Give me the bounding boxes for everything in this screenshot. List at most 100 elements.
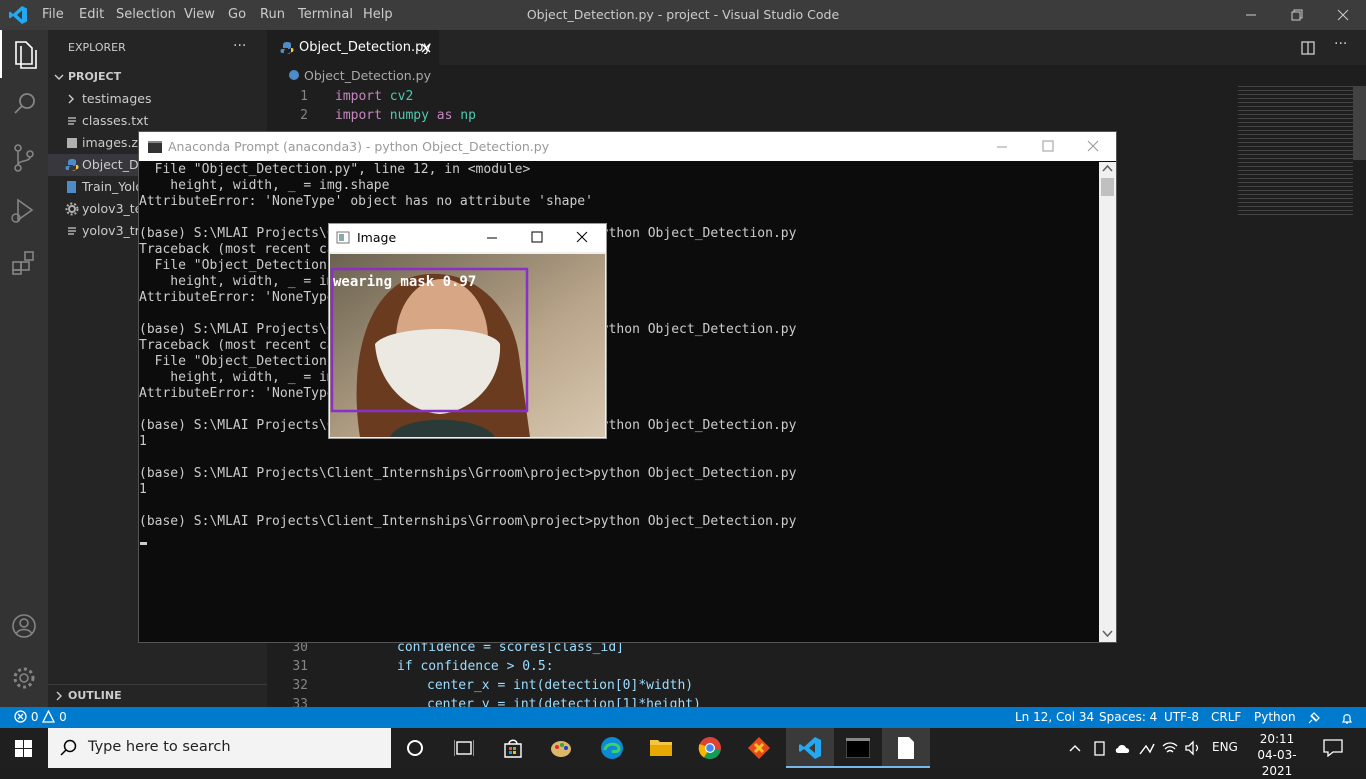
zip-file-icon: [67, 138, 77, 148]
minimize-icon[interactable]: [979, 132, 1025, 161]
error-icon: [14, 710, 27, 723]
chrome-icon[interactable]: [698, 736, 722, 760]
extensions-activity[interactable]: [0, 240, 48, 288]
search-icon: [60, 739, 77, 756]
tab-label: Object_Detection.py: [299, 40, 432, 55]
task-view-icon[interactable]: [454, 739, 474, 757]
store-icon[interactable]: [502, 737, 524, 759]
cursor-position[interactable]: Ln 12, Col 34: [1015, 707, 1094, 728]
edge-icon[interactable]: [600, 736, 624, 760]
project-label: PROJECT: [68, 70, 122, 83]
outline-section[interactable]: OUTLINE: [48, 684, 267, 707]
scroll-up-icon[interactable]: [1102, 164, 1113, 174]
maximize-icon[interactable]: [514, 224, 560, 252]
problems-indicator[interactable]: 0 0: [14, 707, 67, 728]
clock-time: 20:11: [1259, 732, 1295, 746]
anaconda-title-bar[interactable]: Anaconda Prompt (anaconda3) - python Obj…: [139, 132, 1116, 161]
gear-file-icon: [65, 202, 79, 216]
close-button[interactable]: [1320, 0, 1366, 30]
search-placeholder: Type here to search: [88, 739, 231, 755]
chevron-up-icon[interactable]: [1068, 742, 1082, 754]
more-actions-button[interactable]: ···: [233, 38, 246, 54]
detection-image: wearing mask 0.97: [330, 254, 605, 437]
text-file-icon: [68, 227, 76, 235]
tab-object-detection[interactable]: Object_Detection.py: [267, 30, 439, 65]
taskbar-terminal[interactable]: [834, 728, 882, 768]
tree-item-label: testimages: [82, 91, 152, 106]
minimap[interactable]: [1238, 86, 1353, 216]
terminal-scrollbar[interactable]: [1099, 162, 1116, 642]
python-file-icon: [289, 70, 299, 80]
explorer-activity[interactable]: [0, 30, 48, 78]
close-icon[interactable]: [1070, 132, 1116, 161]
search-icon: [14, 93, 35, 114]
source-control-activity[interactable]: [0, 134, 48, 182]
restore-button[interactable]: [1274, 0, 1320, 30]
file-explorer-icon[interactable]: [649, 737, 673, 757]
language-indicator[interactable]: ENG: [1212, 740, 1238, 754]
close-icon: [1337, 9, 1349, 21]
run-debug-activity[interactable]: [0, 186, 48, 234]
indentation[interactable]: Spaces: 4: [1099, 707, 1157, 728]
network-status-icon[interactable]: [1138, 740, 1156, 756]
line-number: 33: [292, 697, 308, 707]
taskbar-vscode[interactable]: [786, 728, 834, 768]
feedback-icon[interactable]: [1307, 711, 1321, 725]
code-text: cv2: [381, 89, 414, 104]
image-window[interactable]: Image wearing mask 0.97: [328, 223, 607, 439]
windows-start-icon[interactable]: [15, 740, 32, 757]
git-tool-icon[interactable]: [747, 736, 771, 760]
code-line[interactable]: center_y = int(detection[1]*height): [427, 697, 701, 707]
editor-more-button[interactable]: ···: [1334, 36, 1347, 52]
terminal-line: (base) S:\MLAI Projects\Client_Internshi…: [139, 514, 797, 529]
action-center-icon[interactable]: [1323, 739, 1343, 757]
code-line[interactable]: center_x = int(detection[0]*width): [427, 678, 693, 693]
minimize-button[interactable]: [1228, 0, 1274, 30]
scroll-down-icon[interactable]: [1102, 628, 1113, 638]
clock[interactable]: 20:11 04-03-2021: [1247, 731, 1307, 779]
project-folder-header[interactable]: PROJECT: [48, 66, 267, 88]
tree-item-testimages[interactable]: testimages: [48, 88, 267, 110]
terminal-output[interactable]: File "Object_Detection.py", line 12, in …: [139, 162, 1099, 642]
extensions-icon: [12, 251, 34, 275]
language-mode[interactable]: Python: [1254, 707, 1296, 728]
close-tab-icon[interactable]: [419, 41, 433, 55]
tree-item-classes[interactable]: classes.txt: [48, 110, 267, 132]
error-count: 0: [30, 710, 39, 724]
line-ending[interactable]: CRLF: [1211, 707, 1241, 728]
terminal-line: 1: [139, 434, 147, 449]
code-line[interactable]: import numpy as np: [335, 108, 476, 123]
text-file-icon: [68, 117, 76, 125]
onedrive-icon[interactable]: [1114, 740, 1132, 756]
code-text: np: [452, 108, 476, 123]
notifications-icon[interactable]: [1340, 711, 1354, 725]
close-icon[interactable]: [559, 224, 605, 252]
restore-icon: [1291, 9, 1303, 21]
battery-icon[interactable]: [1092, 740, 1108, 756]
anaconda-prompt-window[interactable]: Anaconda Prompt (anaconda3) - python Obj…: [138, 131, 1117, 643]
maximize-icon[interactable]: [1025, 132, 1071, 161]
volume-icon[interactable]: [1184, 740, 1202, 756]
code-line[interactable]: if confidence > 0.5:: [397, 659, 554, 674]
editor-scrollbar[interactable]: [1353, 86, 1366, 160]
code-line[interactable]: import cv2: [335, 89, 413, 104]
terminal-line: AttributeError: 'NoneType' object has no…: [139, 194, 593, 209]
cortana-icon[interactable]: [406, 739, 424, 757]
line-number: 32: [292, 678, 308, 693]
warning-icon: [42, 709, 56, 723]
image-title-bar[interactable]: Image: [329, 224, 606, 252]
tab-bar: Object_Detection.py ···: [267, 30, 1366, 65]
split-editor-icon[interactable]: [1300, 40, 1316, 56]
manage-activity[interactable]: [0, 654, 48, 702]
taskbar-image-viewer[interactable]: [882, 728, 930, 768]
search-activity[interactable]: [0, 80, 48, 128]
taskbar-search-box[interactable]: Type here to search: [48, 728, 391, 768]
encoding[interactable]: UTF-8: [1164, 707, 1199, 728]
scroll-thumb[interactable]: [1101, 178, 1114, 196]
breadcrumb-file: Object_Detection.py: [303, 68, 431, 83]
wifi-icon[interactable]: [1161, 740, 1179, 756]
paint-icon[interactable]: [550, 736, 574, 760]
minimize-icon[interactable]: [469, 224, 515, 252]
breadcrumb[interactable]: Object_Detection.py: [288, 68, 431, 86]
accounts-activity[interactable]: [0, 602, 48, 650]
